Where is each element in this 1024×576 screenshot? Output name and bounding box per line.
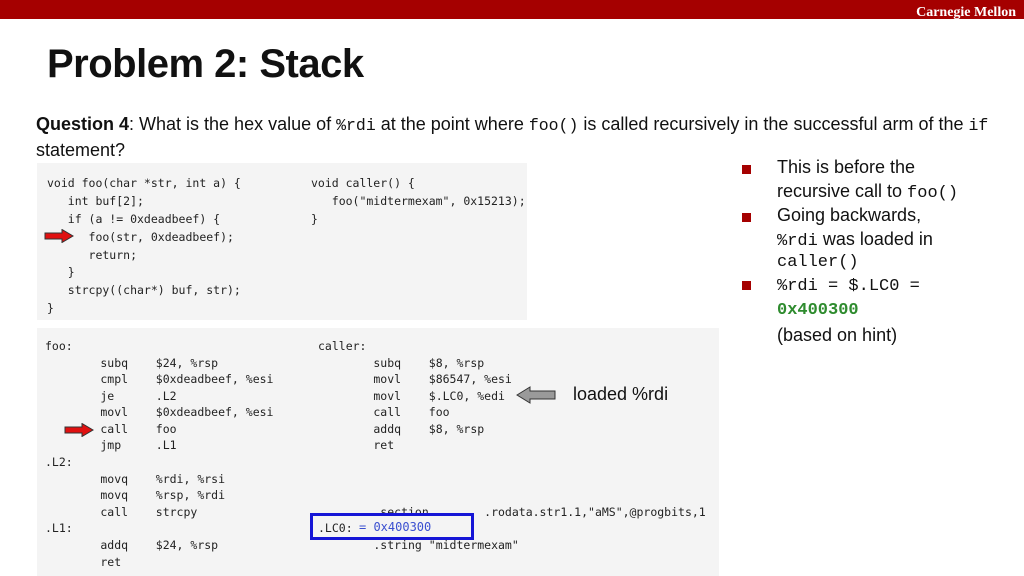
- asm-foo-line: movl $0xdeadbeef, %esi: [45, 405, 274, 419]
- question-code-rdi: %rdi: [336, 116, 376, 135]
- question-part: : What is the hex value of: [129, 114, 337, 134]
- bullet-marker: [742, 165, 751, 174]
- bullet-3-note: (based on hint): [777, 325, 898, 345]
- bullet-code: %rdi: [777, 232, 818, 251]
- lc0-value: = 0x400300: [359, 520, 432, 534]
- asm-foo-line: movq %rdi, %rsi: [45, 472, 226, 486]
- c-foo-line: }: [47, 301, 54, 315]
- asm-foo-line: cmpl $0xdeadbeef, %esi: [45, 372, 274, 386]
- gray-arrow-icon: [516, 386, 556, 404]
- question-part: statement?: [36, 140, 126, 160]
- asm-caller-line: movl $.LC0, %edi: [318, 389, 505, 403]
- asm-foo-line: .L2:: [45, 455, 73, 469]
- c-foo-line: strcpy((char*) buf, str);: [47, 283, 241, 297]
- bullet-2-line-1: Going backwards,: [777, 205, 922, 225]
- asm-foo-line: ret: [45, 555, 122, 569]
- asm-foo-line: addq $24, %rsp: [45, 538, 219, 552]
- bullet-1-line-1: This is before the: [777, 157, 916, 177]
- c-foo-line: int buf[2];: [47, 194, 144, 208]
- asm-string-line: .string "midtermexam": [318, 538, 519, 552]
- question-part: is called recursively in the successful …: [578, 114, 969, 134]
- bullet-code: foo(): [907, 184, 959, 203]
- c-foo-line: }: [47, 265, 75, 279]
- c-foo-line: return;: [47, 248, 138, 262]
- bullet-2-line-2: %rdi was loaded in: [777, 227, 933, 254]
- bullet-2-line-3: caller(): [777, 253, 859, 272]
- question-label: Question 4: [36, 114, 130, 134]
- asm-caller-line: ret: [318, 438, 395, 452]
- asm-foo-line: je .L2: [45, 389, 177, 403]
- c-caller-line: foo("midtermexam", 0x15213);: [311, 194, 526, 208]
- loaded-rdi-label: loaded %rdi: [573, 384, 669, 404]
- asm-caller-line: caller:: [318, 339, 367, 353]
- c-foo-line: foo(str, 0xdeadbeef);: [47, 230, 234, 244]
- question-part: at the point where: [375, 114, 529, 134]
- red-arrow-icon: [44, 229, 74, 243]
- lc0-label: .LC0:: [318, 521, 353, 535]
- asm-foo-line: jmp .L1: [45, 438, 177, 452]
- bullet-text: recursive call to: [777, 181, 908, 201]
- brand-label: Carnegie Mellon: [916, 5, 1016, 20]
- question-code-foo: foo(): [528, 116, 579, 135]
- c-caller-line: }: [311, 212, 318, 226]
- asm-caller-line: subq $8, %rsp: [318, 356, 485, 370]
- asm-foo-line: subq $24, %rsp: [45, 356, 219, 370]
- asm-caller-line: movl $86547, %esi: [318, 372, 512, 386]
- asm-foo-line: foo:: [45, 339, 73, 353]
- c-foo-line: if (a != 0xdeadbeef) {: [47, 212, 221, 226]
- asm-foo-line: movq %rsp, %rdi: [45, 488, 226, 502]
- bullet-marker: [742, 213, 751, 222]
- c-foo-line: void foo(char *str, int a) {: [47, 176, 241, 190]
- asm-foo-line: .L1:: [45, 521, 73, 535]
- bullet-1-line-2: recursive call to foo(): [777, 179, 958, 206]
- red-arrow-icon: [64, 423, 94, 437]
- bullet-text: was loaded in: [817, 229, 933, 249]
- top-banner: Carnegie Mellon: [0, 0, 1024, 20]
- c-caller-line: void caller() {: [311, 176, 415, 190]
- question-code-if: if: [968, 116, 989, 135]
- asm-caller-line: call foo: [318, 405, 450, 419]
- bullet-3-line-1: %rdi = $.LC0 =: [777, 277, 920, 296]
- bullet-marker: [742, 281, 751, 290]
- slide-title: Problem 2: Stack: [47, 42, 364, 86]
- asm-foo-line: call strcpy: [45, 505, 198, 519]
- asm-caller-line: addq $8, %rsp: [318, 422, 485, 436]
- answer-value: 0x400300: [777, 301, 859, 320]
